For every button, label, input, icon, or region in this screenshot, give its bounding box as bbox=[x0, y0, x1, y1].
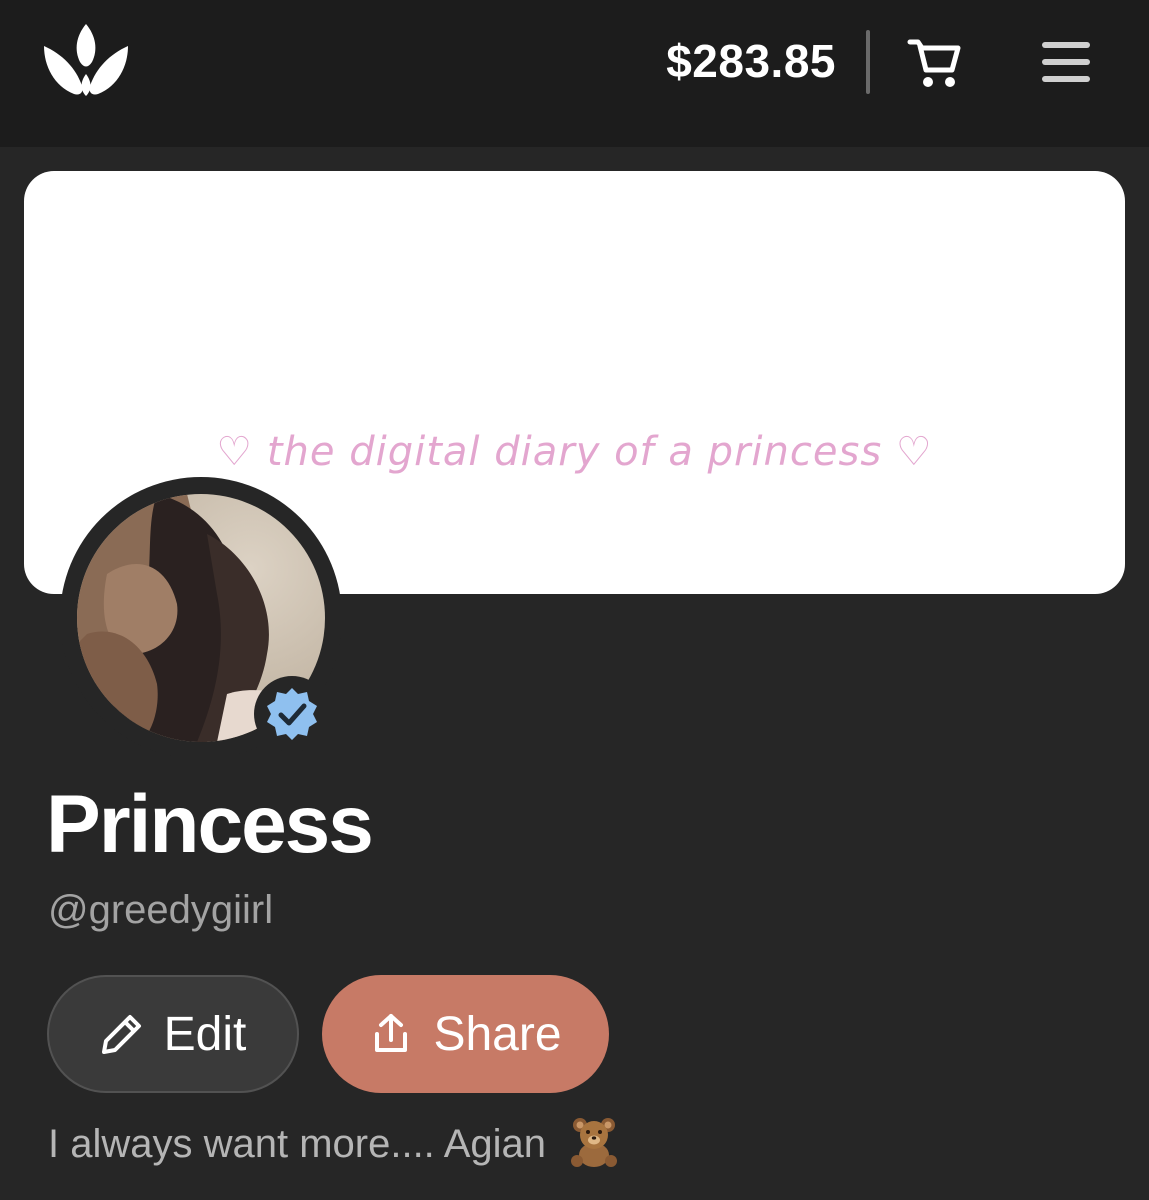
display-name: Princess bbox=[46, 779, 374, 870]
teddy-bear-icon bbox=[571, 1118, 618, 1168]
verified-badge-icon bbox=[267, 688, 317, 740]
cart-icon[interactable] bbox=[906, 34, 964, 92]
hamburger-menu-icon[interactable] bbox=[1040, 38, 1092, 86]
profile-bio: I always want more.... Agian bbox=[48, 1118, 621, 1169]
pencil-icon bbox=[101, 1015, 141, 1054]
bio-text: I always want more.... Agian bbox=[48, 1122, 547, 1166]
share-profile-button[interactable]: Share bbox=[322, 975, 609, 1093]
header-divider bbox=[866, 30, 870, 94]
wallet-balance[interactable]: $283.85 bbox=[610, 34, 836, 88]
crown-logo-icon[interactable] bbox=[40, 22, 132, 98]
share-button-label: Share bbox=[433, 1007, 562, 1061]
edit-profile-button[interactable]: Edit bbox=[47, 975, 299, 1093]
banner-caption: ♡ the digital diary of a princess ♡ bbox=[216, 429, 933, 475]
share-upload-icon bbox=[375, 1014, 408, 1052]
username-handle: @greedygiirl bbox=[48, 888, 274, 932]
edit-button-label: Edit bbox=[163, 1007, 247, 1061]
top-navigation-bar: $283.85 bbox=[0, 0, 1149, 147]
